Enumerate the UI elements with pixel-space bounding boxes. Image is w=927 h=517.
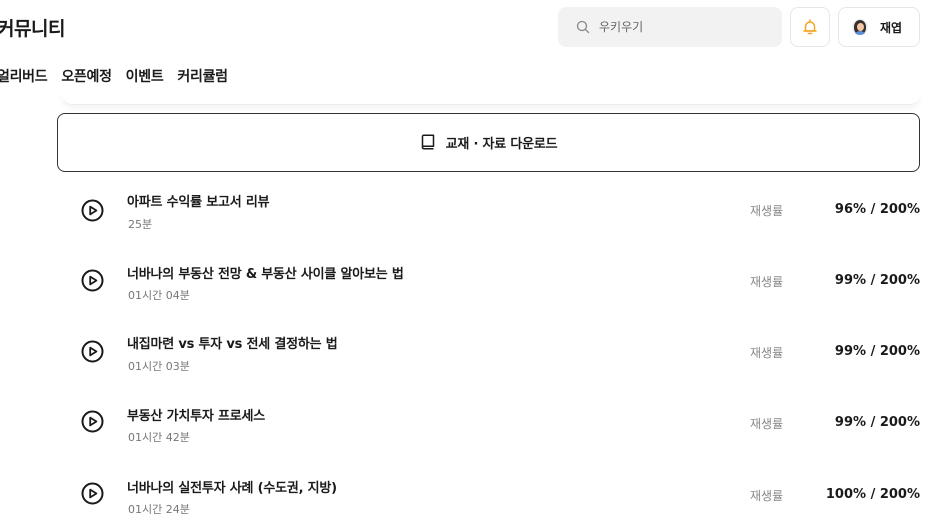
lecture-item: 아파트 수익률 보고서 리뷰 25분 재생률 96% / 200% bbox=[0, 187, 927, 237]
search-box[interactable] bbox=[558, 7, 782, 47]
play-icon[interactable] bbox=[81, 199, 104, 222]
lecture-duration: 01시간 04분 bbox=[128, 289, 190, 302]
lecture-item: 내집마련 vs 투자 vs 전세 결정하는 법 01시간 03분 재생률 99%… bbox=[0, 328, 927, 378]
play-rate-value: 99% / 200% bbox=[834, 273, 920, 288]
tab-events[interactable]: 이벤트 bbox=[126, 66, 164, 90]
lecture-duration: 01시간 03분 bbox=[128, 360, 190, 373]
search-input[interactable] bbox=[597, 19, 771, 35]
profile-button[interactable]: 재엽 bbox=[838, 7, 920, 47]
user-name: 재엽 bbox=[880, 20, 903, 35]
top-bar: 커뮤니티 재엽 bbox=[0, 0, 927, 56]
lecture-duration: 25분 bbox=[128, 218, 153, 231]
play-icon[interactable] bbox=[81, 340, 104, 363]
play-rate-value: 96% / 200% bbox=[834, 202, 920, 217]
book-icon bbox=[420, 134, 436, 151]
lecture-duration: 01시간 42분 bbox=[128, 431, 190, 444]
tab-curriculum[interactable]: 커리큘럼 bbox=[177, 66, 228, 90]
page-title: 커뮤니티 bbox=[0, 18, 65, 40]
lecture-item: 너바나의 부동산 전망 & 부동산 사이클 알아보는 법 01시간 04분 재생… bbox=[0, 257, 927, 307]
play-icon[interactable] bbox=[81, 269, 104, 292]
lecture-title[interactable]: 부동산 가치투자 프로세스 bbox=[127, 405, 265, 424]
avatar bbox=[852, 19, 868, 35]
lecture-title[interactable]: 너바나의 부동산 전망 & 부동산 사이클 알아보는 법 bbox=[127, 263, 404, 282]
lecture-title[interactable]: 내집마련 vs 투자 vs 전세 결정하는 법 bbox=[127, 333, 338, 352]
play-icon[interactable] bbox=[81, 410, 104, 433]
lecture-duration: 01시간 24분 bbox=[128, 503, 190, 516]
lecture-item: 부동산 가치투자 프로세스 01시간 42분 재생률 99% / 200% bbox=[0, 398, 927, 448]
play-rate-value: 100% / 200% bbox=[825, 487, 920, 502]
tab-early-bird[interactable]: 얼리버드 bbox=[0, 66, 48, 90]
play-rate-label: 재생률 bbox=[750, 489, 784, 503]
download-label: 교재 · 자료 다운로드 bbox=[445, 137, 558, 152]
lecture-title[interactable]: 너바나의 실전투자 사례 (수도권, 지방) bbox=[127, 477, 337, 496]
category-nav: 얼리버드 오픈예정 이벤트 커리큘럼 bbox=[0, 66, 242, 90]
panel-edge bbox=[62, 90, 920, 105]
bell-icon bbox=[801, 18, 819, 36]
search-icon bbox=[576, 20, 590, 34]
lecture-item: 너바나의 실전투자 사례 (수도권, 지방) 01시간 24분 재생률 100%… bbox=[0, 470, 927, 516]
play-rate-label: 재생률 bbox=[750, 275, 784, 289]
download-materials-button[interactable]: 교재 · 자료 다운로드 bbox=[57, 113, 920, 172]
notification-button[interactable] bbox=[790, 7, 830, 47]
play-rate-label: 재생률 bbox=[750, 346, 784, 360]
play-rate-value: 99% / 200% bbox=[834, 344, 920, 359]
play-rate-label: 재생률 bbox=[750, 417, 784, 431]
lecture-title[interactable]: 아파트 수익률 보고서 리뷰 bbox=[127, 191, 270, 210]
tab-open-soon[interactable]: 오픈예정 bbox=[61, 66, 112, 90]
play-rate-label: 재생률 bbox=[750, 204, 784, 218]
play-icon[interactable] bbox=[81, 482, 104, 505]
play-rate-value: 99% / 200% bbox=[834, 415, 920, 430]
